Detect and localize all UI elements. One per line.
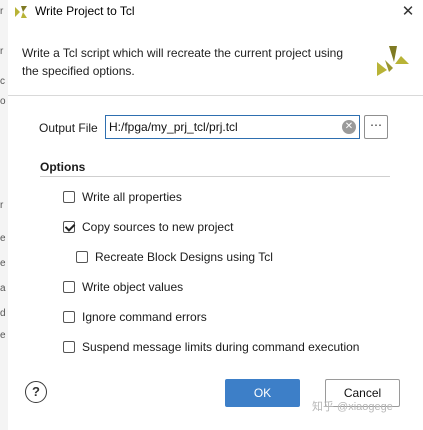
option-label: Recreate Block Designs using Tcl bbox=[95, 250, 273, 264]
bg-text: e bbox=[0, 258, 6, 269]
checkbox[interactable] bbox=[63, 281, 75, 293]
checkbox[interactable] bbox=[76, 251, 88, 263]
output-file-label: Output File bbox=[39, 121, 98, 135]
bg-text: o bbox=[0, 96, 6, 107]
option-label: Ignore command errors bbox=[82, 310, 207, 324]
bg-text: e bbox=[0, 233, 6, 244]
bg-text: a bbox=[0, 283, 6, 294]
bg-text: c bbox=[0, 76, 5, 87]
options-section-title: Options bbox=[40, 160, 86, 174]
help-button[interactable]: ? bbox=[25, 381, 47, 403]
ellipsis-icon: ⋯ bbox=[370, 118, 382, 132]
bg-text: r bbox=[0, 200, 4, 211]
header-divider bbox=[8, 95, 423, 96]
window-title: Write Project to Tcl bbox=[35, 4, 135, 18]
output-file-field[interactable]: ✕ bbox=[105, 115, 360, 139]
bg-text: e bbox=[0, 330, 6, 341]
option-label: Write object values bbox=[82, 280, 184, 294]
bg-text: r bbox=[0, 46, 4, 57]
vivado-app-icon bbox=[15, 6, 27, 18]
header-description: Write a Tcl script which will recreate t… bbox=[22, 46, 344, 78]
ok-button[interactable]: OK bbox=[225, 379, 300, 407]
browse-button[interactable]: ⋯ bbox=[364, 115, 388, 139]
bg-text: d bbox=[0, 308, 6, 319]
options-divider bbox=[40, 176, 390, 177]
bg-text: r bbox=[0, 6, 4, 17]
option-label: Copy sources to new project bbox=[82, 220, 234, 234]
checkbox[interactable] bbox=[63, 341, 75, 353]
checkbox[interactable] bbox=[63, 221, 75, 233]
option-label: Write all properties bbox=[82, 190, 182, 204]
title-bar[interactable]: Write Project to Tcl ✕ bbox=[8, 0, 423, 24]
checkbox[interactable] bbox=[63, 191, 75, 203]
vivado-logo-icon bbox=[377, 46, 409, 76]
close-button[interactable]: ✕ bbox=[398, 2, 418, 22]
checkbox[interactable] bbox=[63, 311, 75, 323]
option-label: Suspend message limits during command ex… bbox=[82, 340, 360, 354]
output-file-input[interactable] bbox=[109, 119, 339, 135]
header-panel: Write a Tcl script which will recreate t… bbox=[8, 34, 423, 84]
write-project-dialog: Write Project to Tcl ✕ Write a Tcl scrip… bbox=[8, 0, 423, 430]
help-icon: ? bbox=[32, 384, 40, 399]
watermark: 知乎 @xiaogege bbox=[312, 401, 393, 413]
clear-icon[interactable]: ✕ bbox=[342, 120, 356, 134]
close-icon: ✕ bbox=[401, 3, 415, 20]
